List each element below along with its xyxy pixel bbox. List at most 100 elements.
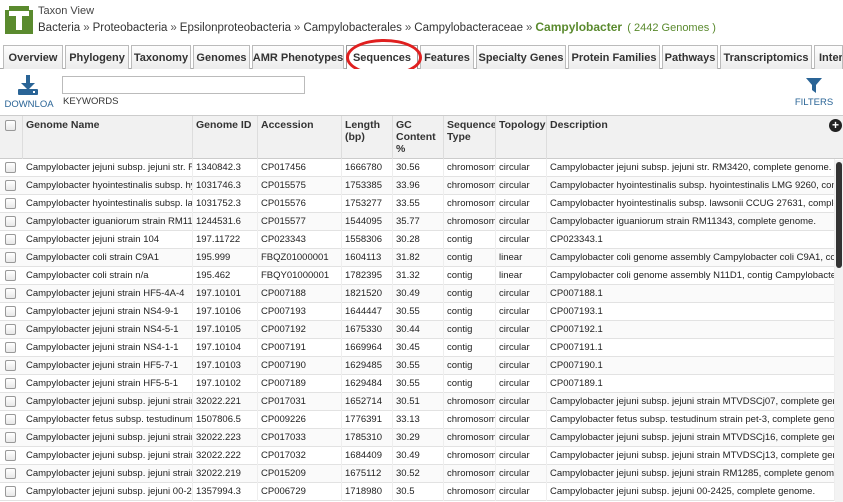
tab-specialty-genes[interactable]: Specialty Genes bbox=[476, 45, 566, 69]
table-row[interactable]: Campylobacter hyointestinalis subsp. hyo… bbox=[0, 177, 843, 195]
tab-pathways[interactable]: Pathways bbox=[662, 45, 718, 69]
table-row[interactable]: Campylobacter jejuni strain NS4-1-1 197.1… bbox=[0, 339, 843, 357]
table-row[interactable]: Campylobacter jejuni subsp. jejuni strai… bbox=[0, 447, 843, 465]
cell-accession: CP007193 bbox=[258, 303, 342, 321]
cell-length: 1629484 bbox=[342, 375, 393, 393]
cell-length: 1785310 bbox=[342, 429, 393, 447]
row-checkbox[interactable] bbox=[5, 468, 16, 479]
row-checkbox[interactable] bbox=[5, 450, 16, 461]
cell-length: 1669964 bbox=[342, 339, 393, 357]
tab-transcriptomics[interactable]: Transcriptomics bbox=[720, 45, 812, 69]
tab-interactions[interactable]: Intera bbox=[814, 45, 843, 69]
table-row[interactable]: Campylobacter iguaniorum strain RM11343 1… bbox=[0, 213, 843, 231]
header-genome-id[interactable]: Genome ID bbox=[193, 116, 258, 159]
header-description[interactable]: Description bbox=[547, 116, 843, 159]
cell-genome-name: Campylobacter jejuni strain NS4-1-1 bbox=[23, 339, 193, 357]
breadcrumb-campylobacteraceae[interactable]: Campylobacteraceae bbox=[414, 22, 523, 34]
grid-scrollbar[interactable] bbox=[835, 160, 843, 502]
cell-accession: CP015577 bbox=[258, 213, 342, 231]
filters-button[interactable]: FILTERS bbox=[792, 75, 836, 111]
table-row[interactable]: Campylobacter jejuni subsp. jejuni strai… bbox=[0, 465, 843, 483]
row-checkbox[interactable] bbox=[5, 180, 16, 191]
table-row[interactable]: Campylobacter jejuni subsp. jejuni strai… bbox=[0, 393, 843, 411]
row-checkbox[interactable] bbox=[5, 288, 16, 299]
cell-topology: circular bbox=[496, 357, 547, 375]
row-checkbox[interactable] bbox=[5, 342, 16, 353]
row-checkbox[interactable] bbox=[5, 360, 16, 371]
cell-genome-id: 1031752.3 bbox=[193, 195, 258, 213]
breadcrumb-campylobacterales[interactable]: Campylobacterales bbox=[303, 22, 401, 34]
table-row[interactable]: Campylobacter jejuni strain NS4-9-1 197.1… bbox=[0, 303, 843, 321]
table-row[interactable]: Campylobacter hyointestinalis subsp. law… bbox=[0, 195, 843, 213]
row-checkbox[interactable] bbox=[5, 324, 16, 335]
cell-accession: CP007190 bbox=[258, 357, 342, 375]
cell-sequence-type: chromosome bbox=[444, 177, 496, 195]
cell-topology: circular bbox=[496, 393, 547, 411]
tab-amr-phenotypes[interactable]: AMR Phenotypes bbox=[252, 45, 344, 69]
cell-sequence-type: contig bbox=[444, 285, 496, 303]
cell-genome-name: Campylobacter jejuni subsp. jejuni 00-24… bbox=[23, 483, 193, 501]
cell-description: CP007192.1 bbox=[547, 321, 835, 339]
table-row[interactable]: Campylobacter jejuni subsp. jejuni 00-24… bbox=[0, 483, 843, 501]
table-row[interactable]: Campylobacter jejuni subsp. jejuni strai… bbox=[0, 429, 843, 447]
row-checkbox[interactable] bbox=[5, 198, 16, 209]
cell-genome-name: Campylobacter iguaniorum strain RM11343 bbox=[23, 213, 193, 231]
cell-sequence-type: chromosome bbox=[444, 411, 496, 429]
cell-length: 1666780 bbox=[342, 159, 393, 177]
table-row[interactable]: Campylobacter jejuni strain NS4-5-1 197.1… bbox=[0, 321, 843, 339]
row-checkbox[interactable] bbox=[5, 378, 16, 389]
cell-gc-content: 33.96 bbox=[393, 177, 444, 195]
row-checkbox[interactable] bbox=[5, 414, 16, 425]
tab-taxonomy[interactable]: Taxonomy bbox=[131, 45, 191, 69]
row-checkbox[interactable] bbox=[5, 162, 16, 173]
table-row[interactable]: Campylobacter fetus subsp. testudinum st… bbox=[0, 411, 843, 429]
row-checkbox[interactable] bbox=[5, 270, 16, 281]
tab-features[interactable]: Features bbox=[420, 45, 474, 69]
header-genome-name[interactable]: Genome Name bbox=[23, 116, 193, 159]
breadcrumb-bacteria[interactable]: Bacteria bbox=[38, 22, 80, 34]
cell-genome-name: Campylobacter jejuni strain HF5-5-1 bbox=[23, 375, 193, 393]
download-button[interactable]: DOWNLOA bbox=[3, 72, 55, 112]
cell-genome-name: Campylobacter hyointestinalis subsp. law… bbox=[23, 195, 193, 213]
tab-bar: Overview Phylogeny Taxonomy Genomes AMR … bbox=[0, 45, 843, 70]
header-length[interactable]: Length (bp) bbox=[342, 116, 393, 159]
table-row[interactable]: Campylobacter jejuni subsp. jejuni str. … bbox=[0, 159, 843, 177]
header-topology[interactable]: Topology bbox=[496, 116, 547, 159]
cell-genome-id: 197.10103 bbox=[193, 357, 258, 375]
row-checkbox[interactable] bbox=[5, 216, 16, 227]
cell-sequence-type: contig bbox=[444, 267, 496, 285]
row-checkbox[interactable] bbox=[5, 234, 16, 245]
breadcrumb-proteobacteria[interactable]: Proteobacteria bbox=[93, 22, 168, 34]
cell-topology: circular bbox=[496, 159, 547, 177]
row-checkbox[interactable] bbox=[5, 252, 16, 263]
tab-protein-families[interactable]: Protein Families bbox=[568, 45, 660, 69]
tab-sequences[interactable]: Sequences bbox=[346, 45, 418, 70]
header-gc-content[interactable]: GC Content % bbox=[393, 116, 444, 159]
row-checkbox[interactable] bbox=[5, 306, 16, 317]
tab-overview[interactable]: Overview bbox=[3, 45, 63, 69]
tab-phylogeny[interactable]: Phylogeny bbox=[65, 45, 129, 69]
select-all-checkbox[interactable] bbox=[5, 120, 16, 131]
cell-topology: circular bbox=[496, 465, 547, 483]
table-row[interactable]: Campylobacter coli strain C9A1 195.999 FBQ… bbox=[0, 249, 843, 267]
cell-topology: circular bbox=[496, 285, 547, 303]
header-sequence-type[interactable]: Sequence Type bbox=[444, 116, 496, 159]
header-accession[interactable]: Accession bbox=[258, 116, 342, 159]
cell-gc-content: 33.55 bbox=[393, 195, 444, 213]
table-row[interactable]: Campylobacter jejuni strain HF5-4A-4 197.… bbox=[0, 285, 843, 303]
tab-genomes[interactable]: Genomes bbox=[193, 45, 250, 69]
breadcrumb-epsilonproteobacteria[interactable]: Epsilonproteobacteria bbox=[180, 22, 291, 34]
row-checkbox[interactable] bbox=[5, 486, 16, 497]
row-checkbox[interactable] bbox=[5, 396, 16, 407]
scrollbar-thumb[interactable] bbox=[836, 162, 842, 268]
cell-topology: circular bbox=[496, 303, 547, 321]
current-taxon: Campylobacter bbox=[535, 20, 623, 34]
row-checkbox[interactable] bbox=[5, 432, 16, 443]
table-row[interactable]: Campylobacter jejuni strain 104 197.11722… bbox=[0, 231, 843, 249]
cell-topology: circular bbox=[496, 195, 547, 213]
table-row[interactable]: Campylobacter coli strain n/a 195.462 FBQY… bbox=[0, 267, 843, 285]
keywords-input[interactable] bbox=[62, 76, 305, 94]
add-column-icon[interactable]: + bbox=[829, 119, 842, 132]
table-row[interactable]: Campylobacter jejuni strain HF5-7-1 197.1… bbox=[0, 357, 843, 375]
table-row[interactable]: Campylobacter jejuni strain HF5-5-1 197.1… bbox=[0, 375, 843, 393]
